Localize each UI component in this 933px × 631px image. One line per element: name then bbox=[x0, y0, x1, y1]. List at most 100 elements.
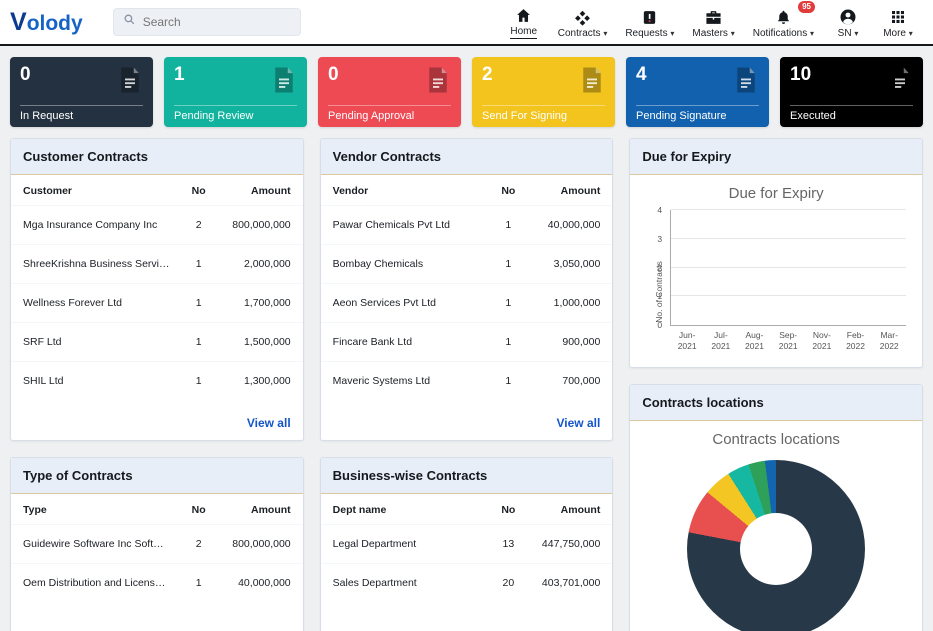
table-cell: 700,000 bbox=[524, 362, 612, 401]
nav-item-label: Masters ▾ bbox=[692, 28, 734, 39]
dashboard-page: Volody Home Contracts ▾ Requests ▾ Masters … bbox=[0, 0, 933, 631]
table-cell: Bombay Chemicals bbox=[321, 245, 493, 284]
search-input[interactable] bbox=[143, 15, 291, 29]
nav-item-label: More ▾ bbox=[883, 28, 913, 39]
table-row: SRF Ltd11,500,000 bbox=[11, 323, 303, 362]
table-cell: 1 bbox=[492, 362, 524, 401]
due-for-expiry-title: Due for Expiry bbox=[630, 139, 922, 175]
x-axis-label: Sep-2021 bbox=[771, 330, 805, 353]
volody-logo[interactable]: Volody bbox=[10, 8, 83, 37]
donut-chart bbox=[630, 456, 922, 631]
search-box[interactable] bbox=[113, 8, 301, 36]
table-cell: 1,000,000 bbox=[524, 284, 612, 323]
x-axis-label: Feb-2022 bbox=[839, 330, 873, 353]
table-row: Mga Insurance Company Inc2800,000,000 bbox=[11, 206, 303, 245]
column-header: Amount bbox=[524, 494, 612, 525]
column-header: No bbox=[492, 494, 524, 525]
column-header: Amount bbox=[215, 175, 303, 206]
user-icon bbox=[839, 8, 857, 26]
stat-card-in-request[interactable]: 0In Request bbox=[10, 57, 153, 127]
customer-view-all-link[interactable]: View all bbox=[11, 407, 303, 440]
table-cell: 2,000,000 bbox=[215, 245, 303, 284]
nav-item-contracts[interactable]: Contracts ▾ bbox=[549, 4, 617, 42]
contracts-locations-title: Contracts locations bbox=[630, 385, 922, 421]
table-cell: ShreeKrishna Business Services bbox=[11, 245, 183, 284]
table-cell: SHIL Ltd bbox=[11, 362, 183, 401]
table-cell: 800,000,000 bbox=[215, 525, 303, 564]
table-cell: 403,701,000 bbox=[524, 564, 612, 603]
nav-item-label: Home bbox=[510, 26, 537, 39]
chevron-down-icon: ▾ bbox=[909, 29, 913, 38]
table-row: Guidewire Software Inc Software Lic...28… bbox=[11, 525, 303, 564]
table-row: Oem Distribution and License Agree...140… bbox=[11, 564, 303, 603]
stat-card-pending-approval[interactable]: 0Pending Approval bbox=[318, 57, 461, 127]
stat-cards: 0In Request1Pending Review0Pending Appro… bbox=[0, 46, 933, 138]
document-icon bbox=[731, 65, 761, 100]
table-cell: 800,000,000 bbox=[215, 206, 303, 245]
contracts-locations-donut bbox=[687, 460, 865, 631]
table-cell: Pawar Chemicals Pvt Ltd bbox=[321, 206, 493, 245]
donut-chart-title: Contracts locations bbox=[630, 431, 922, 448]
table-cell: 2 bbox=[183, 206, 215, 245]
contracts-locations-panel: Contracts locations Contracts locations bbox=[629, 384, 923, 631]
table-cell: Wellness Forever Ltd bbox=[11, 284, 183, 323]
vendor-view-all-link[interactable]: View all bbox=[321, 407, 613, 440]
table-cell: Maveric Systems Ltd bbox=[321, 362, 493, 401]
nav-item-requests[interactable]: Requests ▾ bbox=[616, 4, 683, 42]
stat-label: In Request bbox=[20, 105, 143, 122]
table-row: Wellness Forever Ltd11,700,000 bbox=[11, 284, 303, 323]
type-of-contracts-table: TypeNoAmountGuidewire Software Inc Softw… bbox=[11, 494, 303, 602]
expiry-x-labels: Jun-2021Jul-2021Aug-2021Sep-2021Nov-2021… bbox=[670, 330, 906, 353]
table-cell: Aeon Services Pvt Ltd bbox=[321, 284, 493, 323]
x-axis-label: Mar-2022 bbox=[872, 330, 906, 353]
table-cell: 1 bbox=[492, 245, 524, 284]
dashboard-grid: Customer Contracts CustomerNoAmountMga I… bbox=[0, 138, 933, 631]
chevron-down-icon: ▾ bbox=[810, 29, 814, 38]
table-cell: 1 bbox=[492, 284, 524, 323]
business-wise-contracts-title: Business-wise Contracts bbox=[321, 458, 613, 494]
business-wise-contracts-panel: Business-wise Contracts Dept nameNoAmoun… bbox=[320, 457, 614, 631]
nav-item-sn[interactable]: SN ▾ bbox=[823, 4, 873, 42]
table-cell: 1 bbox=[183, 284, 215, 323]
vendor-contracts-panel: Vendor Contracts VendorNoAmountPawar Che… bbox=[320, 138, 614, 441]
table-cell: Fincare Bank Ltd bbox=[321, 323, 493, 362]
chevron-down-icon: ▾ bbox=[731, 29, 735, 38]
stat-card-send-for-signing[interactable]: 2Send For Signing bbox=[472, 57, 615, 127]
stat-label: Executed bbox=[790, 105, 913, 122]
stat-card-pending-review[interactable]: 1Pending Review bbox=[164, 57, 307, 127]
search-icon bbox=[123, 13, 136, 31]
stat-card-pending-signature[interactable]: 4Pending Signature bbox=[626, 57, 769, 127]
table-row: Aeon Services Pvt Ltd11,000,000 bbox=[321, 284, 613, 323]
table-row: ShreeKrishna Business Services12,000,000 bbox=[11, 245, 303, 284]
vendor-contracts-title: Vendor Contracts bbox=[321, 139, 613, 175]
nav-item-more[interactable]: More ▾ bbox=[873, 4, 923, 42]
table-cell: Mga Insurance Company Inc bbox=[11, 206, 183, 245]
column-header: Type bbox=[11, 494, 183, 525]
nav-item-home[interactable]: Home bbox=[499, 2, 549, 42]
table-cell: 3,050,000 bbox=[524, 245, 612, 284]
donut-hole bbox=[740, 513, 812, 585]
column-header: Customer bbox=[11, 175, 183, 206]
nav-item-label: Contracts ▾ bbox=[558, 28, 608, 39]
table-cell: 13 bbox=[492, 525, 524, 564]
stat-card-executed[interactable]: 10Executed bbox=[780, 57, 923, 127]
nav-item-notifications[interactable]: 95Notifications ▾ bbox=[744, 4, 823, 42]
stat-label: Pending Review bbox=[174, 105, 297, 122]
table-cell: 1 bbox=[183, 564, 215, 603]
nav-item-label: Notifications ▾ bbox=[753, 28, 814, 39]
column-header: No bbox=[492, 175, 524, 206]
contracts-icon bbox=[574, 8, 591, 26]
requests-icon bbox=[641, 8, 658, 26]
type-of-contracts-title: Type of Contracts bbox=[11, 458, 303, 494]
nav-items: Home Contracts ▾ Requests ▾ Masters ▾ 95Noti… bbox=[499, 2, 923, 42]
table-row: Bombay Chemicals13,050,000 bbox=[321, 245, 613, 284]
due-for-expiry-panel: Due for Expiry Due for Expiry No. of Con… bbox=[629, 138, 923, 368]
table-cell: 40,000,000 bbox=[215, 564, 303, 603]
nav-item-masters[interactable]: Masters ▾ bbox=[683, 4, 743, 42]
chevron-down-icon: ▾ bbox=[603, 29, 607, 38]
table-row: Legal Department13447,750,000 bbox=[321, 525, 613, 564]
grid-icon bbox=[890, 8, 906, 26]
due-for-expiry-chart: Due for Expiry No. of Contracts 01234 Ju… bbox=[630, 175, 922, 367]
vendor-contracts-table: VendorNoAmountPawar Chemicals Pvt Ltd140… bbox=[321, 175, 613, 400]
table-cell: 447,750,000 bbox=[524, 525, 612, 564]
